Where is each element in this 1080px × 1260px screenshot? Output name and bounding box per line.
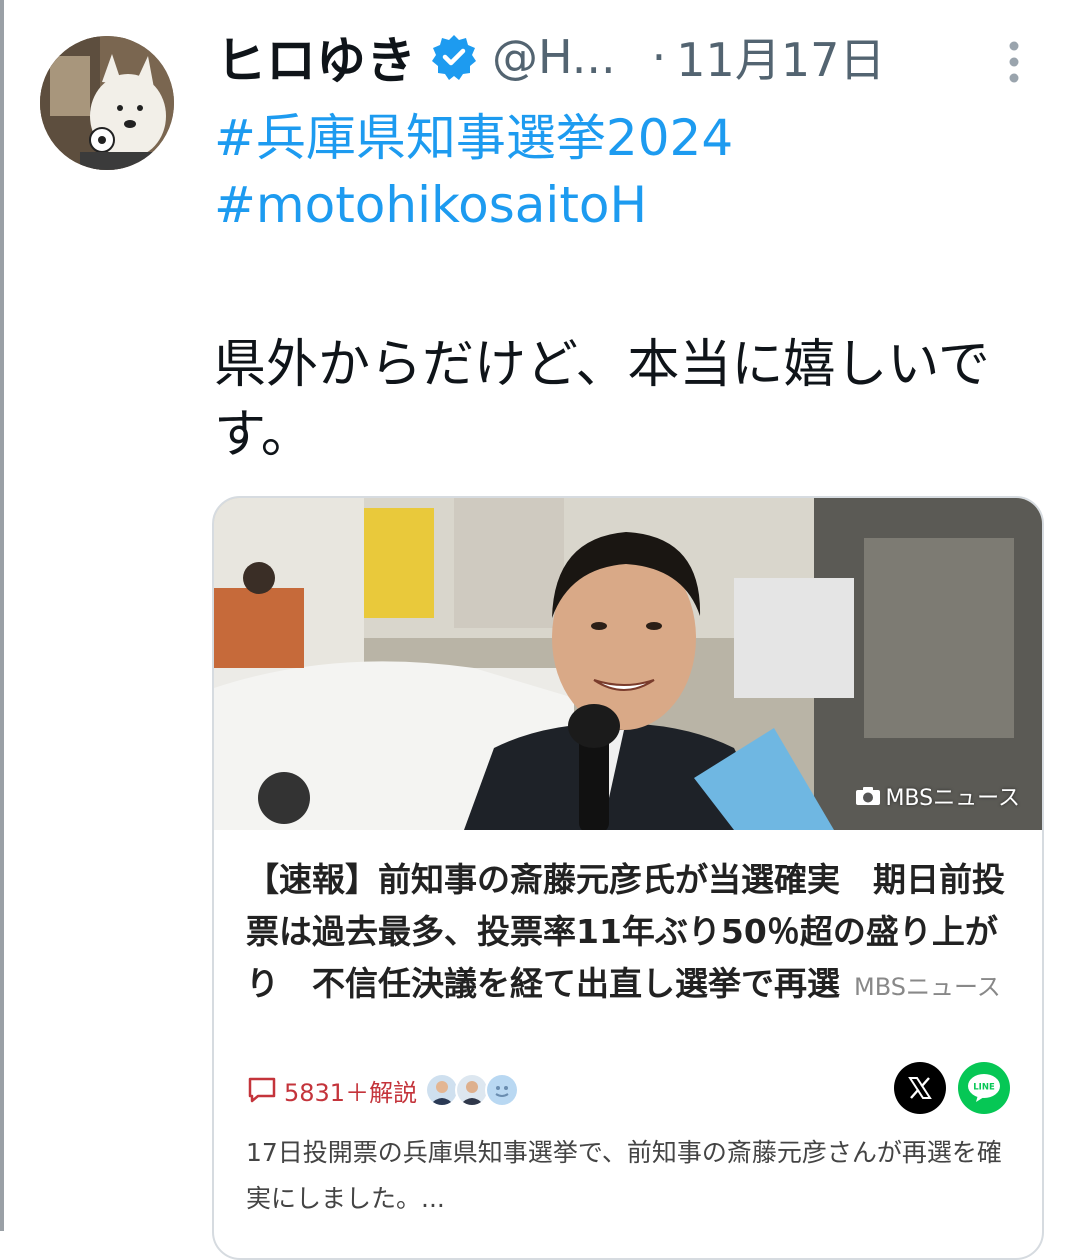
hashtag-link[interactable]: #兵庫県知事選挙2024 bbox=[214, 98, 733, 170]
user-handle[interactable]: @H... bbox=[492, 30, 616, 84]
line-logo-icon: LINE bbox=[968, 1074, 1000, 1102]
news-headline[interactable]: 【速報】前知事の斎藤元彦氏が当選確実 期日前投票は過去最多、投票率11年ぶり50… bbox=[246, 854, 1006, 1013]
avatar[interactable] bbox=[40, 36, 174, 170]
hashtag-link[interactable]: #motohikosaitoH bbox=[214, 176, 647, 234]
news-card[interactable]: MBSニュース 【速報】前知事の斎藤元彦氏が当選確実 期日前投票は過去最多、投票… bbox=[212, 496, 1044, 1260]
share-x-button[interactable] bbox=[894, 1062, 946, 1114]
commenter-avatar bbox=[455, 1073, 490, 1107]
verified-badge-icon bbox=[432, 35, 476, 80]
comment-icon bbox=[248, 1077, 276, 1103]
display-name[interactable]: ヒロゆき bbox=[216, 21, 416, 93]
x-logo-icon bbox=[908, 1077, 932, 1099]
commenter-avatar bbox=[425, 1073, 460, 1107]
line-logo-label: LINE bbox=[973, 1083, 995, 1093]
photo-credit-label: MBSニュース bbox=[885, 786, 1020, 811]
photo-credit: MBSニュース bbox=[855, 780, 1020, 812]
tweet-header: ヒロゆき @H... · 11月17日 bbox=[216, 22, 885, 92]
commenter-avatar bbox=[485, 1073, 520, 1107]
tweet-date[interactable]: 11月17日 bbox=[676, 24, 885, 90]
news-source: MBSニュース bbox=[854, 973, 1001, 1001]
news-summary: 17日投開票の兵庫県知事選挙で、前知事の斎藤元彦さんが再選を確実にしました。..… bbox=[246, 1138, 1002, 1213]
commenter-avatars bbox=[425, 1073, 520, 1107]
share-line-button[interactable]: LINE bbox=[958, 1062, 1010, 1114]
tweet-text: 県外からだけど、本当に嬉しいです。 bbox=[214, 335, 990, 465]
left-border bbox=[0, 0, 4, 1231]
comment-row[interactable]: 5831＋解説 bbox=[246, 1070, 520, 1110]
camera-icon bbox=[856, 787, 881, 805]
more-vertical-icon[interactable] bbox=[1002, 38, 1026, 86]
separator-dot: · bbox=[651, 30, 667, 84]
comment-count: 5831＋解説 bbox=[284, 1078, 418, 1107]
